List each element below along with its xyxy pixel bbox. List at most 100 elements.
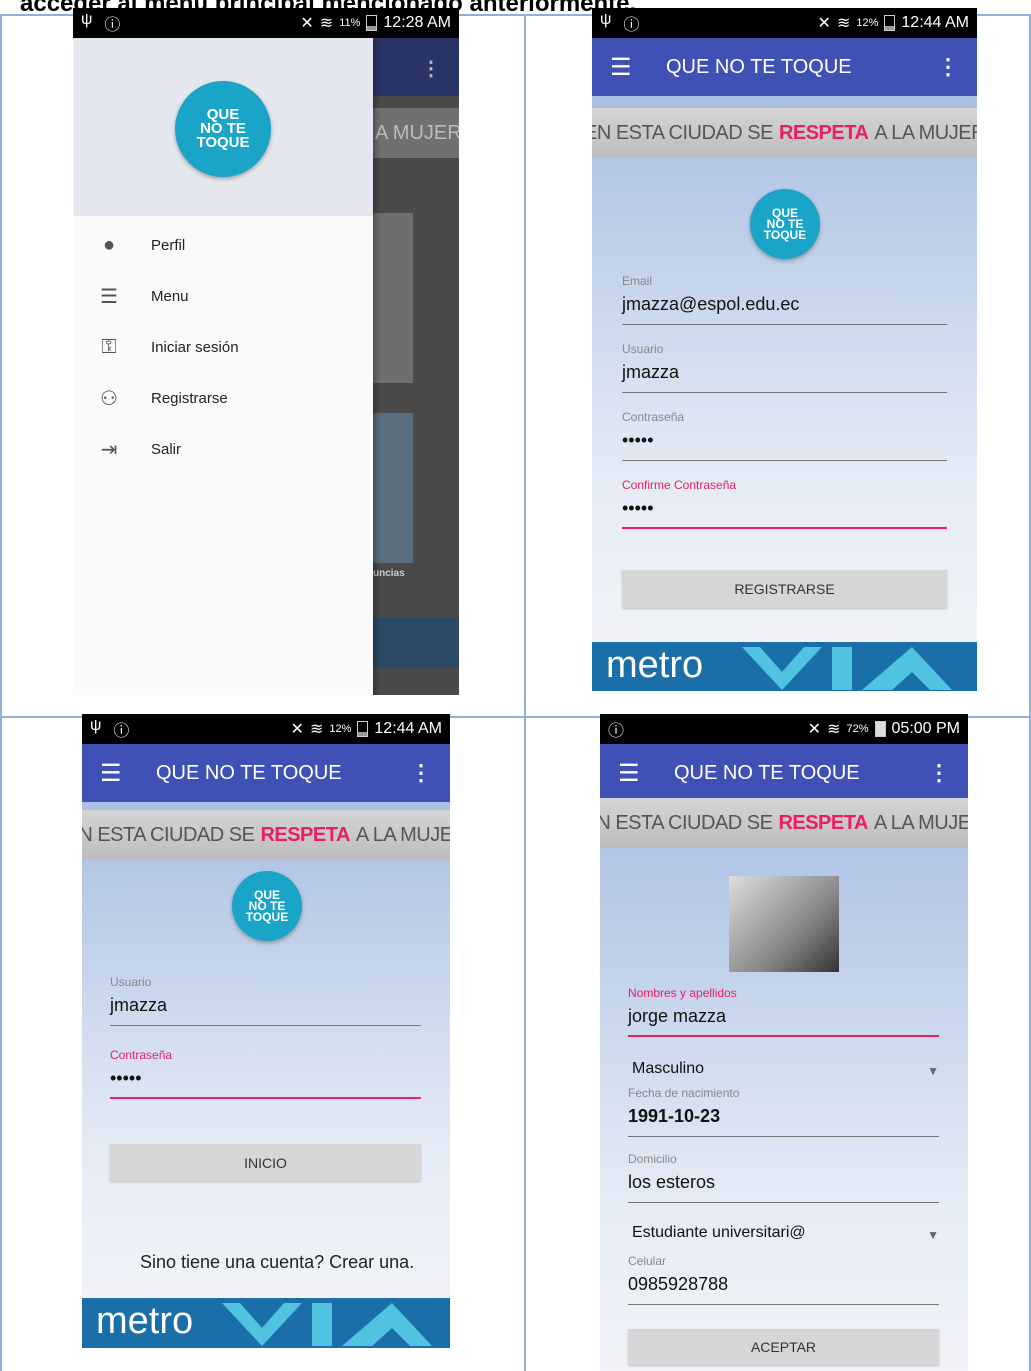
confirm-password-field[interactable]: Confirme Contraseña ••••• [622,478,947,529]
nombres-field[interactable]: Nombres y apellidos jorge mazza [628,986,939,1037]
behind-caption: uncias [373,568,405,579]
nombres-input[interactable]: jorge mazza [628,1006,939,1037]
alert-icon: ⓘ [608,723,625,740]
usb-icon: ψ [90,717,102,734]
fecha-nacimiento-input[interactable]: 1991-10-23 [628,1106,939,1137]
clock: 12:28 AM [383,14,451,31]
drawer-item-registrarse[interactable]: ⚇ Registrarse [73,373,373,423]
metrovia-banner: metro [592,642,977,691]
app-title: QUE NO TE TOQUE [666,55,852,78]
metrovia-banner: metro [82,1298,450,1348]
drawer-item-perfil[interactable]: ● Perfil [73,220,373,270]
usb-icon: ψ [81,11,93,28]
password-field[interactable]: Contraseña ••••• [110,1048,421,1099]
drawer-item-menu[interactable]: ☰ Menu [73,271,373,321]
dropdown-arrow-icon: ▼ [927,1228,939,1242]
status-bar: ⓘ ✕ ≋ 72% 05:00 PM [600,714,968,744]
app-title: QUE NO TE TOQUE [156,761,342,784]
celular-input[interactable]: 0985928788 [628,1274,939,1305]
metro-wordmark: metro [96,1300,194,1342]
add-group-icon: ⚇ [100,387,118,410]
battery-icon [884,15,896,31]
mute-icon: ✕ [290,721,304,738]
aceptar-button[interactable]: ACEPTAR [628,1329,939,1365]
slogan-banner: EN ESTA CIUDAD SERESPETAA LA MUJER [600,798,968,848]
registrarse-button[interactable]: REGISTRARSE [622,570,947,608]
password-input[interactable]: ••••• [622,430,947,461]
navigation-drawer: QUE NO TE TOQUE ● Perfil ☰ Menu ⚿ Iniciar … [73,38,373,695]
hamburger-menu-icon[interactable]: ☰ [610,53,640,82]
ocupacion-select[interactable]: Estudiante universitari@ ▼ [632,1224,939,1242]
confirm-password-input[interactable]: ••••• [622,498,947,529]
domicilio-field[interactable]: Domicilio los esteros [628,1152,939,1203]
status-bar: ψ ⓘ ✕ ≋ 12% 12:44 AM [82,714,450,744]
domicilio-input[interactable]: los esteros [628,1172,939,1203]
battery-icon [357,721,369,737]
usb-icon: ψ [600,11,612,28]
app-bar: ☰ QUE NO TE TOQUE ⋮ [600,744,968,802]
drawer-item-iniciar-sesion[interactable]: ⚿ Iniciar sesión [73,322,373,372]
person-icon: ● [102,233,116,256]
alert-icon: ⓘ [623,17,640,34]
app-title: QUE NO TE TOQUE [674,761,860,784]
app-logo: QUE NO TE TOQUE [232,871,302,941]
screen-perfil: ⓘ ✕ ≋ 72% 05:00 PM ☰ QUE NO TE TOQUE ⋮ E… [600,714,968,1371]
hamburger-menu-icon[interactable]: ☰ [100,759,130,788]
drawer-header: QUE NO TE TOQUE [73,38,373,216]
fecha-nacimiento-field[interactable]: Fecha de nacimiento 1991-10-23 [628,1086,939,1137]
slogan-banner: EN ESTA CIUDAD SERESPETAA LA MUJER [592,108,977,158]
alert-icon: ⓘ [104,17,121,34]
app-logo: QUE NO TE TOQUE [750,189,820,259]
wifi-icon: ≋ [309,721,324,738]
create-account-link[interactable]: Sino tiene una cuenta? Crear una. [140,1252,414,1273]
profile-photo[interactable] [729,876,839,972]
app-bar: ☰ QUE NO TE TOQUE ⋮ [82,744,450,802]
mute-icon: ✕ [817,15,831,32]
app-bar: ☰ QUE NO TE TOQUE ⋮ [592,38,977,96]
celular-field[interactable]: Celular 0985928788 [628,1254,939,1305]
clock: 05:00 PM [891,720,960,737]
slogan-banner: EN ESTA CIUDAD SERESPETAA LA MUJER [82,810,450,860]
dimmed-content[interactable]: ⋮ A MUJER uncias [373,38,459,695]
battery-percent: 12% [856,17,879,29]
screen-login: ψ ⓘ ✕ ≋ 12% 12:44 AM ☰ QUE NO TE TOQUE ⋮ … [82,714,450,1371]
password-field[interactable]: Contraseña ••••• [622,410,947,461]
alert-icon: ⓘ [113,723,130,740]
password-input[interactable]: ••••• [110,1068,421,1099]
battery-percent: 72% [846,723,869,735]
screen-navigation-drawer: ψ ⓘ ✕ ≋ 11% 12:28 AM ⋮ A MUJER uncias QUE… [73,8,459,695]
genero-select[interactable]: Masculino ▼ [632,1060,939,1078]
usuario-field[interactable]: Usuario jmazza [622,342,947,393]
more-icon: ⋮ [421,58,441,80]
mute-icon: ✕ [300,15,314,32]
wifi-icon: ≋ [836,15,851,32]
clock: 12:44 AM [901,14,969,31]
wifi-icon: ≋ [319,15,334,32]
banner-text-behind: A MUJER [373,108,459,158]
email-input[interactable]: jmazza@espol.edu.ec [622,294,947,325]
hamburger-menu-icon[interactable]: ☰ [618,759,648,788]
app-logo: QUE NO TE TOQUE [175,81,271,177]
drawer-item-salir[interactable]: ⇥ Salir [73,424,373,474]
battery-icon [366,15,378,31]
usuario-input[interactable]: jmazza [110,995,421,1026]
status-bar: ψ ⓘ ✕ ≋ 12% 12:44 AM [592,8,977,38]
status-bar: ψ ⓘ ✕ ≋ 11% 12:28 AM [73,8,459,38]
more-options-icon[interactable]: ⋮ [928,760,950,786]
exit-icon: ⇥ [100,438,118,461]
battery-icon [874,721,886,737]
battery-percent: 11% [339,17,361,29]
inicio-button[interactable]: INICIO [110,1144,421,1181]
mute-icon: ✕ [807,721,822,738]
usuario-input[interactable]: jmazza [622,362,947,393]
more-options-icon[interactable]: ⋮ [410,760,432,786]
metro-wordmark: metro [606,644,704,686]
wifi-icon: ≋ [827,721,841,738]
key-icon: ⚿ [101,335,117,358]
list-icon: ☰ [100,285,118,308]
usuario-field[interactable]: Usuario jmazza [110,975,421,1026]
screen-registro: ψ ⓘ ✕ ≋ 12% 12:44 AM ☰ QUE NO TE TOQUE ⋮ … [592,8,977,691]
more-options-icon[interactable]: ⋮ [937,54,959,80]
email-field[interactable]: Email jmazza@espol.edu.ec [622,274,947,325]
grid-line-center [524,14,526,1371]
